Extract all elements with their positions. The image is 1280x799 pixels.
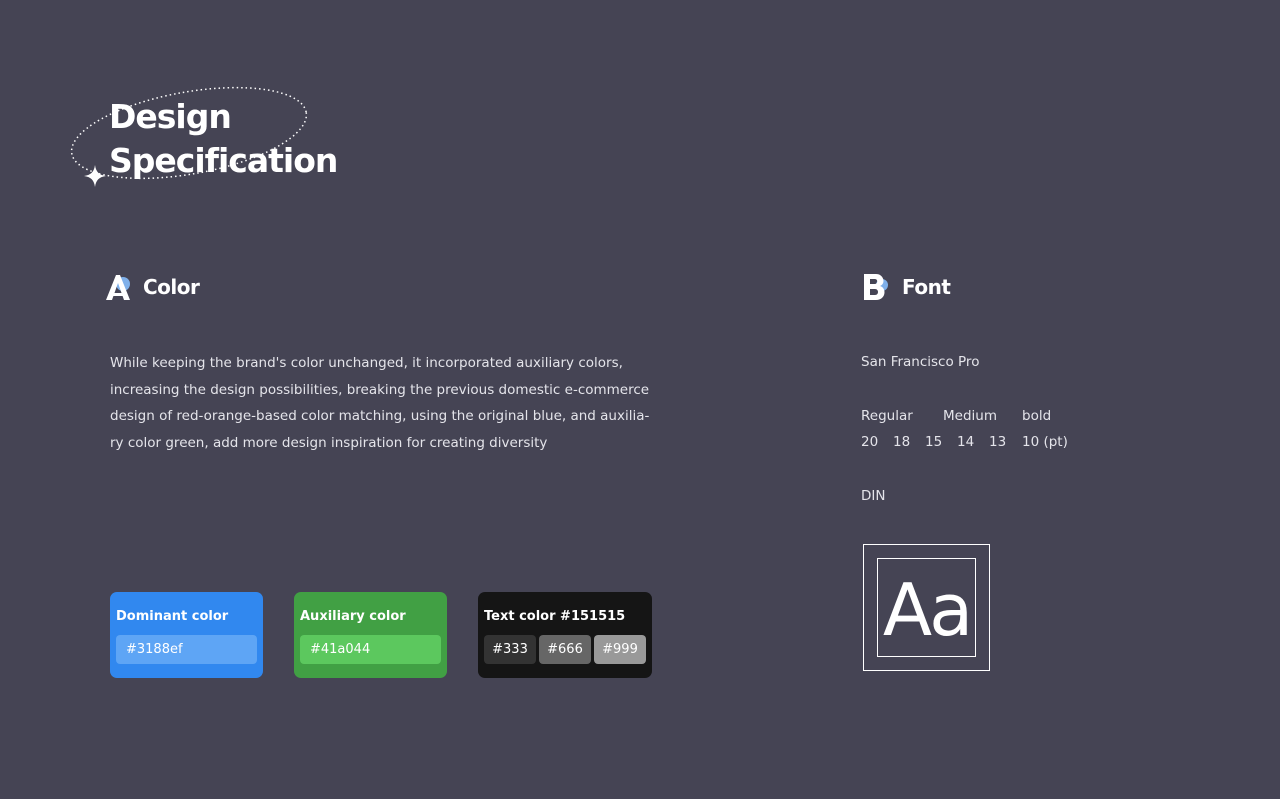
auxiliary-color-card: Auxiliary color #41a044 [294,592,447,678]
sparkle-icon [84,165,106,187]
font-weights-row: Regular Medium bold [861,408,1051,424]
font-sample-inner-frame: Aa [877,558,976,657]
font-size-item: 20 [861,434,879,450]
text-color-chip-333: #333 [484,635,536,664]
font-weight-regular: Regular [861,408,913,424]
text-color-title: Text color #151515 [484,609,626,624]
font-size-item: 10 (pt) [1022,434,1068,450]
color-section-heading: Color [103,272,200,302]
font-weight-bold: bold [1022,408,1052,424]
text-color-chip-999: #999 [594,635,646,664]
font-sample-box: Aa [863,544,990,671]
description-line: increasing the design possibilities, bre… [110,381,650,398]
description-line: While keeping the brand's color unchange… [110,355,623,371]
dominant-color-card: Dominant color #3188ef [110,592,263,678]
font-size-item: 15 [925,434,943,450]
font-family-primary: San Francisco Pro [861,354,980,370]
color-heading-label: Color [143,275,200,299]
font-weight-medium: Medium [943,408,997,424]
font-size-item: 13 [989,434,1007,450]
font-family-secondary: DIN [861,488,886,504]
page-title-line-2: Specification [109,141,338,180]
auxiliary-color-title: Auxiliary color [300,609,406,624]
font-size-item: 18 [893,434,911,450]
dominant-color-value: #3188ef [116,635,257,664]
letter-a-icon [103,272,133,302]
dominant-color-title: Dominant color [116,609,229,624]
font-sizes-row: 20 18 15 14 13 10 (pt) [861,434,1068,450]
page-title-block: Design Specification [68,84,358,194]
font-size-item: 14 [957,434,975,450]
font-sample-text: Aa [882,568,973,652]
font-heading-label: Font [902,275,951,299]
auxiliary-color-value: #41a044 [300,635,441,664]
font-section-heading: Font [862,272,951,302]
description-line: ry color green, add more design inspirat… [110,434,548,451]
letter-b-icon [862,272,892,302]
text-color-chip-666: #666 [539,635,591,664]
page-title-line-1: Design [109,97,232,136]
description-line: design of red-orange-based color matchin… [110,408,650,424]
text-color-chips: #333 #666 #999 [484,635,646,664]
color-description: While keeping the brand's color unchange… [110,350,650,456]
text-color-card: Text color #151515 #333 #666 #999 [478,592,652,678]
